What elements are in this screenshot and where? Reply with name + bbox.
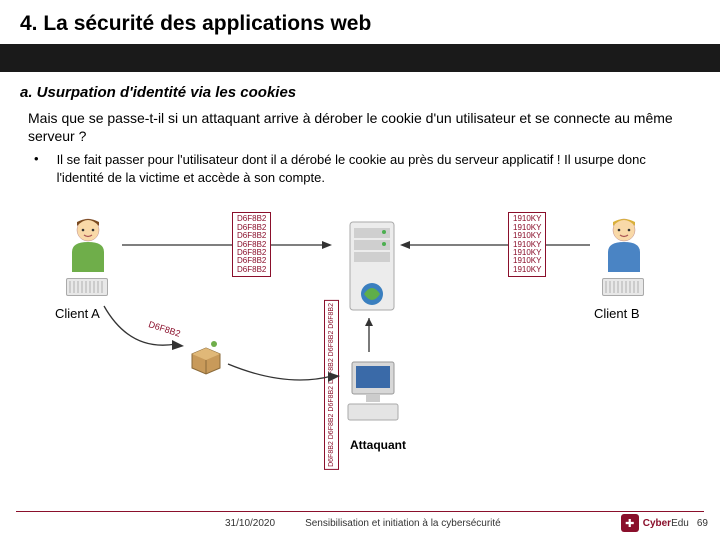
cookie-a-box: D6F8B2D6F8B2 D6F8B2D6F8B2 D6F8B2D6F8B2 D… — [232, 212, 271, 277]
page-title: 4. La sécurité des applications web — [20, 12, 700, 36]
footer: 31/10/2020 Sensibilisation et initiation… — [0, 514, 720, 532]
user-icon — [64, 216, 112, 277]
shield-icon: ✚ — [621, 514, 639, 532]
arrow-icon — [362, 318, 376, 362]
footer-title: Sensibilisation et initiation à la cyber… — [305, 518, 501, 529]
bullet-text: Il se fait passer pour l'utilisateur don… — [57, 151, 692, 186]
user-icon — [600, 216, 648, 277]
footer-date: 31/10/2020 — [225, 518, 275, 529]
arrow-icon — [400, 238, 590, 252]
client-b-label: Client B — [594, 306, 640, 321]
package-icon — [186, 336, 226, 381]
diagram: Client A D6F8B2D6F8B2 D6F8B2D6F8B2 D6F8B… — [0, 190, 720, 480]
attacker-label: Attaquant — [350, 438, 406, 452]
footer-rule — [16, 511, 704, 512]
client-a-label: Client A — [55, 306, 100, 321]
bullet-marker: • — [34, 151, 39, 186]
keyboard-icon — [66, 278, 108, 296]
server-icon — [342, 220, 402, 325]
section-subtitle: a. Usurpation d'identité via les cookies — [20, 84, 700, 101]
page-number: 69 — [697, 518, 708, 529]
cookie-b-box: 1910KY1910KY 1910KY1910KY 1910KY1910KY 1… — [508, 212, 546, 277]
keyboard-icon — [602, 278, 644, 296]
intro-question: Mais que se passe-t-il si un attaquant a… — [28, 109, 692, 145]
header-band — [0, 48, 720, 72]
arrow-icon — [226, 360, 342, 390]
computer-icon — [342, 360, 404, 435]
arrow-icon — [122, 238, 332, 252]
footer-logo: ✚ CyberEdu — [621, 514, 689, 532]
